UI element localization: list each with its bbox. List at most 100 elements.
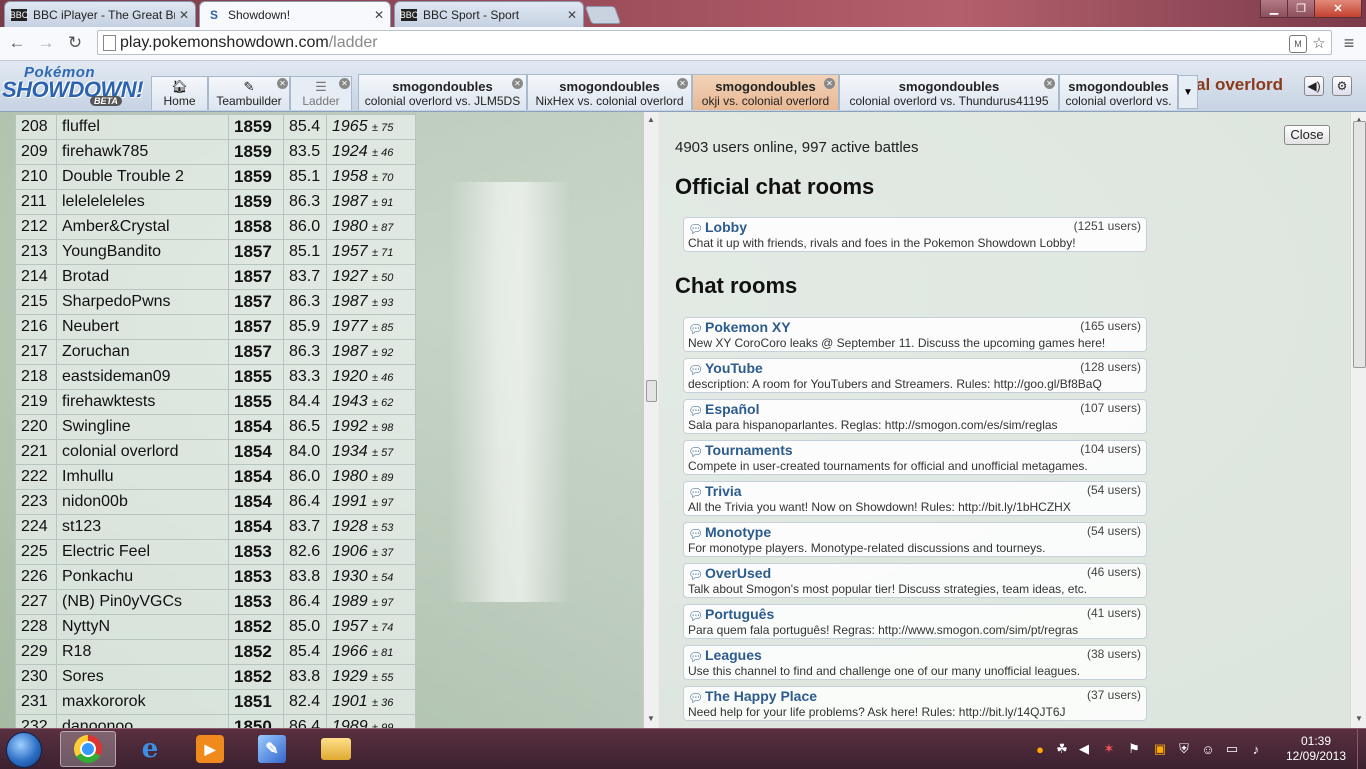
ladder-username[interactable]: NyttyN (56, 614, 229, 640)
close-tab-icon[interactable]: ✕ (374, 8, 384, 22)
browser-tab-bbc-sport[interactable]: BBC BBC Sport - Sport ✕ (394, 1, 584, 27)
speaker-icon[interactable]: ♪ (1248, 741, 1264, 757)
scroll-thumb[interactable] (646, 380, 657, 402)
ladder-username[interactable]: Double Trouble 2 (56, 164, 229, 190)
address-bar[interactable]: play.pokemonshowdown.com/ladder M ☆ (97, 30, 1332, 55)
tray-app-icon[interactable]: ☘ (1054, 741, 1070, 757)
ladder-username[interactable]: Sores (56, 664, 229, 690)
ladder-username[interactable]: Neubert (56, 314, 229, 340)
speaker-icon[interactable]: ◀︎) (1304, 76, 1324, 96)
ladder-username[interactable]: Ponkachu (56, 564, 229, 590)
room-item[interactable]: 💬︎ Português (41 users) Para quem fala port… (683, 604, 1147, 639)
extension-shield-icon[interactable]: M (1289, 35, 1307, 53)
room-name[interactable]: YouTube (705, 360, 763, 376)
tray-app-icon[interactable]: ✶ (1101, 741, 1117, 757)
close-tab-icon[interactable]: ✕ (677, 78, 688, 89)
close-tab-icon[interactable]: ✕ (567, 8, 577, 22)
ladder-username[interactable]: Swingline (56, 414, 229, 440)
ladder-username[interactable]: Amber&Crystal (56, 214, 229, 240)
new-tab-button[interactable] (584, 6, 622, 24)
ladder-username[interactable]: R18 (56, 639, 229, 665)
ladder-username[interactable]: colonial overlord (56, 439, 229, 465)
ladder-username[interactable]: eastsideman09 (56, 364, 229, 390)
maximize-icon[interactable]: ❐ (1287, 0, 1315, 18)
room-item[interactable]: 💬︎ Monotype (54 users) For monotype players… (683, 522, 1147, 557)
room-name[interactable]: Trivia (705, 483, 742, 499)
tab-home[interactable]: 🏠︎ Home (151, 76, 208, 110)
ladder-username[interactable]: firehawk785 (56, 139, 229, 165)
close-tab-icon[interactable]: ✕ (277, 78, 288, 89)
room-name[interactable]: Leagues (705, 647, 762, 663)
ladder-username[interactable]: maxkororok (56, 689, 229, 715)
room-item[interactable]: 💬︎ OverUsed (46 users) Talk about Smogon's … (683, 563, 1147, 598)
more-tabs-dropdown-icon[interactable]: ▼ (1178, 75, 1198, 109)
internet-explorer-icon[interactable]: e (122, 731, 178, 767)
tray-app-icon[interactable]: ● (1032, 741, 1048, 757)
forward-arrow-icon[interactable]: → (35, 32, 57, 54)
battle-tab[interactable]: smogondoubles colonial overlord vs. JLM5… (358, 74, 527, 110)
ladder-username[interactable]: fluffel (56, 114, 229, 140)
scroll-down-icon[interactable]: ▼ (1355, 714, 1363, 723)
tab-teambuilder[interactable]: ✎ Teambuilder ✕ (208, 76, 290, 110)
room-name[interactable]: Pokemon XY (705, 319, 791, 335)
room-name[interactable]: Español (705, 401, 759, 417)
gear-icon[interactable]: ⚙ (1332, 76, 1352, 96)
room-item[interactable]: 💬︎ Lobby (1251 users) Chat it up with frien… (683, 217, 1147, 252)
network-icon[interactable]: ▭ (1224, 741, 1240, 757)
scroll-down-icon[interactable]: ▼ (647, 714, 655, 723)
close-button[interactable]: Close (1284, 125, 1330, 145)
scroll-up-icon[interactable]: ▲ (647, 115, 655, 124)
pane-splitter[interactable]: ▲ ▼ (643, 112, 659, 728)
ladder-username[interactable]: SharpedoPwns (56, 289, 229, 315)
chrome-icon[interactable] (60, 731, 116, 767)
ladder-username[interactable]: st123 (56, 514, 229, 540)
browser-tab-showdown[interactable]: S Showdown! ✕ (199, 1, 391, 28)
battle-tab[interactable]: smogondoubles NixHex vs. colonial overlo… (527, 74, 692, 110)
reload-icon[interactable]: ↻ (64, 32, 86, 54)
flag-icon[interactable]: ⚑ (1126, 741, 1142, 757)
start-button[interactable] (6, 732, 42, 768)
ladder-username[interactable]: Electric Feel (56, 539, 229, 565)
room-name[interactable]: Português (705, 606, 774, 622)
showdown-logo[interactable]: Pokémon SHOWDOWN! BETA (2, 64, 148, 108)
room-item[interactable]: 💬︎ Leagues (38 users) Use this channel to f… (683, 645, 1147, 680)
ladder-username[interactable]: firehawktests (56, 389, 229, 415)
back-arrow-icon[interactable]: ← (6, 32, 28, 54)
room-name[interactable]: OverUsed (705, 565, 771, 581)
page-scrollbar[interactable]: ▲ ▼ (1350, 112, 1366, 728)
show-desktop-button[interactable] (1357, 729, 1366, 769)
tray-app-icon[interactable]: ▣ (1152, 741, 1168, 757)
ladder-username[interactable]: Zoruchan (56, 339, 229, 365)
room-item[interactable]: 💬︎ Español (107 users) Sala para hispanopar… (683, 399, 1147, 434)
room-name[interactable]: Tournaments (705, 442, 793, 458)
close-tab-icon[interactable]: ✕ (1044, 78, 1055, 89)
close-tab-icon[interactable]: ✕ (179, 8, 189, 22)
room-item[interactable]: 💬︎ Tournaments (104 users) Compete in user-… (683, 440, 1147, 475)
media-player-icon[interactable]: ▶ (182, 731, 238, 767)
room-name[interactable]: Lobby (705, 219, 747, 235)
system-clock[interactable]: 01:39 12/09/2013 (1280, 734, 1352, 764)
ladder-username[interactable]: Imhullu (56, 464, 229, 490)
bookmark-star-icon[interactable]: ☆ (1311, 35, 1327, 52)
scroll-thumb[interactable] (1353, 121, 1366, 368)
ladder-username[interactable]: nidon00b (56, 489, 229, 515)
close-tab-icon[interactable]: ✕ (824, 78, 835, 89)
room-name[interactable]: The Happy Place (705, 688, 817, 704)
minimize-icon[interactable]: ▁ (1260, 0, 1288, 18)
tray-app-icon[interactable]: ☺ (1200, 741, 1216, 757)
close-tab-icon[interactable]: ✕ (339, 78, 350, 89)
browser-tab-iplayer[interactable]: BBC BBC iPlayer - The Great Br ✕ (4, 1, 196, 27)
ladder-username[interactable]: danoonoo (56, 714, 229, 728)
room-name[interactable]: Monotype (705, 524, 771, 540)
ladder-username[interactable]: Brotad (56, 264, 229, 290)
battle-tab[interactable]: smogondoubles colonial overlord vs. Thun… (839, 74, 1059, 110)
room-item[interactable]: 💬︎ The Happy Place (37 users) Need help for… (683, 686, 1147, 721)
close-tab-icon[interactable]: ✕ (512, 78, 523, 89)
ladder-username[interactable]: leleleleleles (56, 189, 229, 215)
paint-icon[interactable]: ✎ (244, 731, 300, 767)
chrome-menu-icon[interactable]: ≡ (1338, 32, 1360, 54)
volume-icon[interactable]: ◀︎ (1076, 741, 1092, 757)
battle-tab-highlighted[interactable]: smogondoubles okji vs. colonial overlord… (692, 74, 839, 110)
room-item[interactable]: 💬︎ Pokemon XY (165 users) New XY CoroCoro l… (683, 317, 1147, 352)
ladder-username[interactable]: YoungBandito (56, 239, 229, 265)
